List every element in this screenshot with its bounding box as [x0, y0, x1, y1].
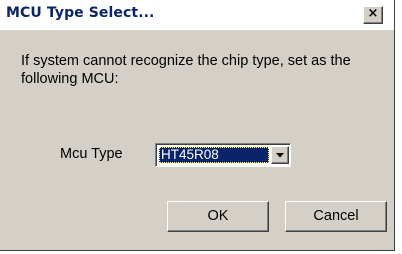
ok-button[interactable]: OK: [167, 201, 269, 232]
mcu-type-select-dialog: MCU Type Select... × If system cannot re…: [0, 0, 395, 251]
close-button[interactable]: ×: [363, 6, 383, 24]
instruction-message: If system cannot recognize the chip type…: [21, 53, 351, 87]
dialog-title: MCU Type Select...: [6, 5, 155, 21]
mcu-type-label: Mcu Type: [60, 146, 123, 162]
mcu-type-select[interactable]: HT45R08: [155, 143, 291, 167]
chevron-down-icon: [276, 153, 284, 158]
title-bar: MCU Type Select... ×: [0, 0, 394, 30]
cancel-button[interactable]: Cancel: [285, 201, 387, 232]
mcu-type-dropdown-button[interactable]: [271, 146, 289, 164]
close-icon: ×: [367, 6, 379, 21]
mcu-type-selected-value: HT45R08: [159, 147, 269, 163]
